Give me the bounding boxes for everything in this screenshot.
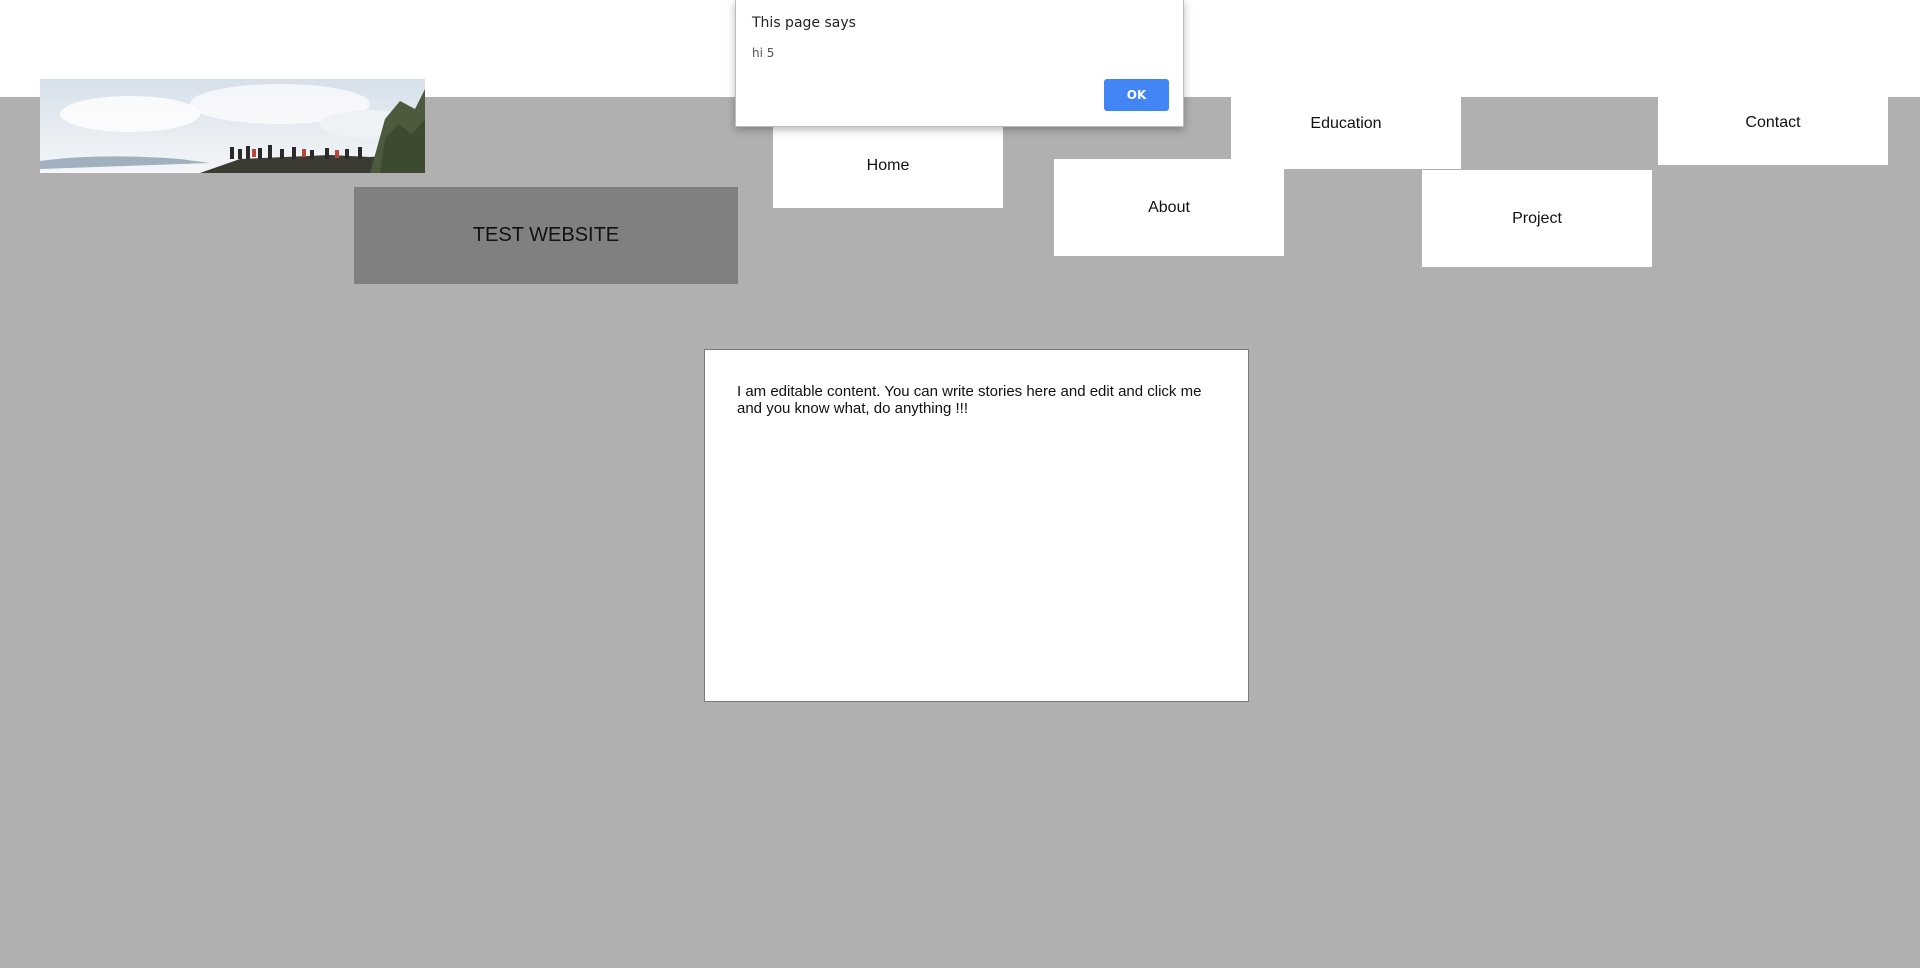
- dialog-title: This page says: [752, 15, 856, 31]
- dialog-ok-button[interactable]: OK: [1104, 79, 1169, 111]
- nav-contact-label: Contact: [1745, 114, 1801, 131]
- nav-education-link[interactable]: Education: [1231, 97, 1461, 169]
- editable-content-area[interactable]: I am editable content. You can write sto…: [704, 349, 1249, 702]
- nav-about-label: About: [1148, 198, 1190, 216]
- nav-contact-link[interactable]: Contact: [1658, 97, 1888, 165]
- nav-project-label: Project: [1512, 209, 1562, 227]
- nav-about-link[interactable]: About: [1054, 159, 1284, 256]
- nav-home-label: Home: [866, 157, 910, 174]
- alert-dialog: This page says hi 5 OK: [735, 0, 1184, 127]
- site-title: TEST WEBSITE: [354, 187, 738, 284]
- nav-project-link[interactable]: Project: [1422, 170, 1652, 267]
- nav-home-link[interactable]: Home: [773, 124, 1003, 208]
- dialog-message: hi 5: [752, 46, 775, 60]
- nav-education-label: Education: [1310, 115, 1382, 132]
- banner-image: [40, 79, 425, 173]
